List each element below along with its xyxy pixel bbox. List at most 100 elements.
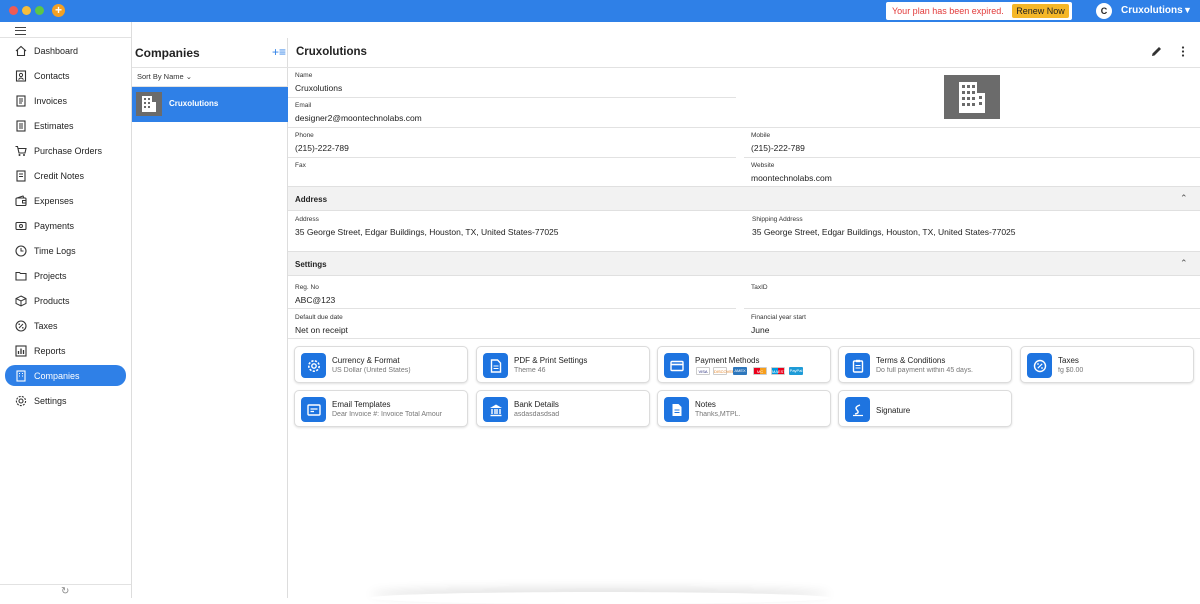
default-due-date-field[interactable]: Net on receipt <box>295 325 348 335</box>
credit-card-icon <box>664 353 689 378</box>
settings-section-header[interactable]: Settings ⌃ <box>288 251 1200 276</box>
sidebar-item-invoices[interactable]: Invoices <box>5 90 126 111</box>
sidebar-item-products[interactable]: Products <box>5 290 126 311</box>
paypal-logo: PayPal <box>789 367 803 375</box>
close-window-button[interactable] <box>9 6 18 15</box>
wallet-icon <box>14 194 28 208</box>
sidebar-item-projects[interactable]: Projects <box>5 265 126 286</box>
section-title: Address <box>295 195 328 204</box>
sidebar-item-purchase-orders[interactable]: Purchase Orders <box>5 140 126 161</box>
quick-add-button[interactable]: + <box>52 4 65 17</box>
avatar[interactable]: C <box>1096 3 1112 19</box>
sidebar-item-dashboard[interactable]: Dashboard <box>5 40 126 61</box>
sidebar-item-label: Time Logs <box>34 245 76 256</box>
add-company-icon[interactable]: +≡ <box>272 45 286 59</box>
list-item-company[interactable]: Cruxolutions <box>132 87 288 122</box>
website-field[interactable]: moontechnolabs.com <box>751 173 832 183</box>
sidebar-item-estimates[interactable]: Estimates <box>5 115 126 136</box>
contacts-icon <box>14 69 28 83</box>
sidebar-item-contacts[interactable]: Contacts <box>5 65 126 86</box>
email-field[interactable]: designer2@moontechnolabs.com <box>295 113 422 123</box>
phone-field[interactable]: (215)-222-789 <box>295 143 349 153</box>
email-template-icon <box>301 397 326 422</box>
gear-icon <box>14 394 28 408</box>
card-title: PDF & Print Settings <box>514 356 588 365</box>
account-name[interactable]: Cruxolutions <box>1121 5 1183 16</box>
bank-details-card[interactable]: Bank Details asdasdasdsad <box>476 390 650 427</box>
name-label: Name <box>295 72 313 79</box>
notes-card[interactable]: Notes Thanks,MTPL. <box>657 390 831 427</box>
sidebar-item-label: Dashboard <box>34 45 79 56</box>
fax-label: Fax <box>295 162 306 169</box>
sidebar-item-credit-notes[interactable]: Credit Notes <box>5 165 126 186</box>
taxes-card[interactable]: Taxes fg $0.00 <box>1020 346 1194 383</box>
email-templates-card[interactable]: Email Templates Dear Invoice #: Invoice … <box>294 390 468 427</box>
card-title: Bank Details <box>514 400 559 409</box>
address-section-header[interactable]: Address ⌃ <box>288 186 1200 211</box>
building-icon <box>136 92 162 116</box>
more-options-icon[interactable] <box>1179 45 1187 63</box>
page-title: Cruxolutions <box>296 46 367 58</box>
card-title: Taxes <box>1058 356 1079 365</box>
sidebar-item-label: Settings <box>34 395 67 406</box>
mobile-field[interactable]: (215)-222-789 <box>751 143 805 153</box>
signature-icon <box>845 397 870 422</box>
divider <box>744 157 1200 158</box>
minimize-window-button[interactable] <box>22 6 31 15</box>
sidebar: Dashboard Contacts Invoices Estimates Pu… <box>0 22 132 598</box>
address-field[interactable]: 35 George Street, Edgar Buildings, Houst… <box>295 227 559 237</box>
currency-format-card[interactable]: Currency & Format US Dollar (United Stat… <box>294 346 468 383</box>
clock-icon <box>14 244 28 258</box>
edit-icon[interactable] <box>1150 45 1163 63</box>
card-subtitle: Thanks,MTPL. <box>695 411 741 418</box>
sidebar-item-companies[interactable]: Companies <box>5 365 126 386</box>
refresh-icon[interactable]: ↻ <box>61 586 69 597</box>
sort-label: Sort By Name <box>137 72 184 81</box>
section-title: Settings <box>295 260 327 269</box>
estimate-icon <box>14 119 28 133</box>
sidebar-item-settings[interactable]: Settings <box>5 390 126 411</box>
home-icon <box>14 44 28 58</box>
hamburger-menu-icon[interactable] <box>15 27 26 35</box>
building-icon <box>14 369 28 383</box>
companies-panel-title: Companies <box>135 46 200 60</box>
default-due-date-label: Default due date <box>295 314 343 321</box>
company-detail: Cruxolutions Name Cruxolutions Email des… <box>288 38 1200 598</box>
reg-no-label: Reg. No <box>295 284 319 291</box>
pdf-print-settings-card[interactable]: PDF & Print Settings Theme 46 <box>476 346 650 383</box>
chevron-up-icon[interactable]: ⌃ <box>1180 258 1188 269</box>
divider <box>0 37 131 38</box>
bar-chart-icon <box>14 344 28 358</box>
name-field[interactable]: Cruxolutions <box>295 83 342 93</box>
signature-card[interactable]: Signature <box>838 390 1012 427</box>
financial-year-label: Financial year start <box>751 314 806 321</box>
email-label: Email <box>295 102 312 109</box>
card-subtitle: Theme 46 <box>514 367 546 374</box>
renew-now-button[interactable]: Renew Now <box>1012 4 1069 18</box>
shipping-address-field[interactable]: 35 George Street, Edgar Buildings, Houst… <box>752 227 1016 237</box>
gear-icon <box>301 353 326 378</box>
chevron-up-icon[interactable]: ⌃ <box>1180 193 1188 204</box>
sidebar-item-time-logs[interactable]: Time Logs <box>5 240 126 261</box>
payment-methods-card[interactable]: Payment Methods VISA DISCOVER AMEX MC MA… <box>657 346 831 383</box>
sidebar-item-payments[interactable]: Payments <box>5 215 126 236</box>
divider <box>132 67 288 68</box>
zoom-window-button[interactable] <box>35 6 44 15</box>
plan-expired-banner: Your plan has been expired. Renew Now <box>886 2 1072 20</box>
terms-conditions-card[interactable]: Terms & Conditions Do full payment withi… <box>838 346 1012 383</box>
sidebar-item-label: Taxes <box>34 320 58 331</box>
sidebar-item-expenses[interactable]: Expenses <box>5 190 126 211</box>
company-logo[interactable] <box>944 75 1000 119</box>
sidebar-item-taxes[interactable]: Taxes <box>5 315 126 336</box>
financial-year-field[interactable]: June <box>751 325 769 335</box>
sort-dropdown[interactable]: Sort By Name ⌄ <box>137 72 192 81</box>
card-subtitle: Dear Invoice #: Invoice Total Amour <box>332 411 442 418</box>
folder-icon <box>14 269 28 283</box>
clipboard-icon <box>845 353 870 378</box>
divider <box>288 67 1200 68</box>
chevron-down-icon[interactable]: ▼ <box>1183 5 1192 15</box>
box-icon <box>14 294 28 308</box>
credit-note-icon <box>14 169 28 183</box>
reg-no-field[interactable]: ABC@123 <box>295 295 335 305</box>
sidebar-item-reports[interactable]: Reports <box>5 340 126 361</box>
